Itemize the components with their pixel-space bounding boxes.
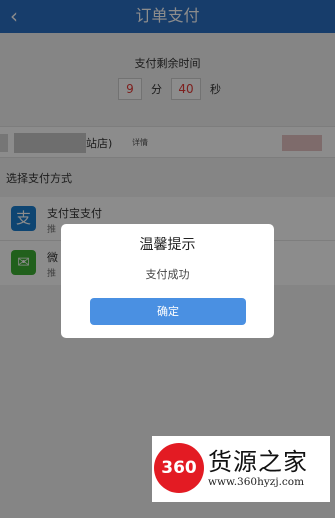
watermark-text: 货源之家 <box>208 448 308 476</box>
watermark-logo: 360 <box>154 443 204 493</box>
alert-dialog: 温馨提示 支付成功 确定 <box>61 224 274 338</box>
dialog-title: 温馨提示 <box>139 237 196 253</box>
watermark-url: www.360hyzj.com <box>208 476 305 488</box>
dialog-message: 支付成功 <box>145 268 190 281</box>
confirm-button[interactable]: 确定 <box>90 298 246 325</box>
watermark: 360 货源之家 www.360hyzj.com <box>152 436 330 502</box>
